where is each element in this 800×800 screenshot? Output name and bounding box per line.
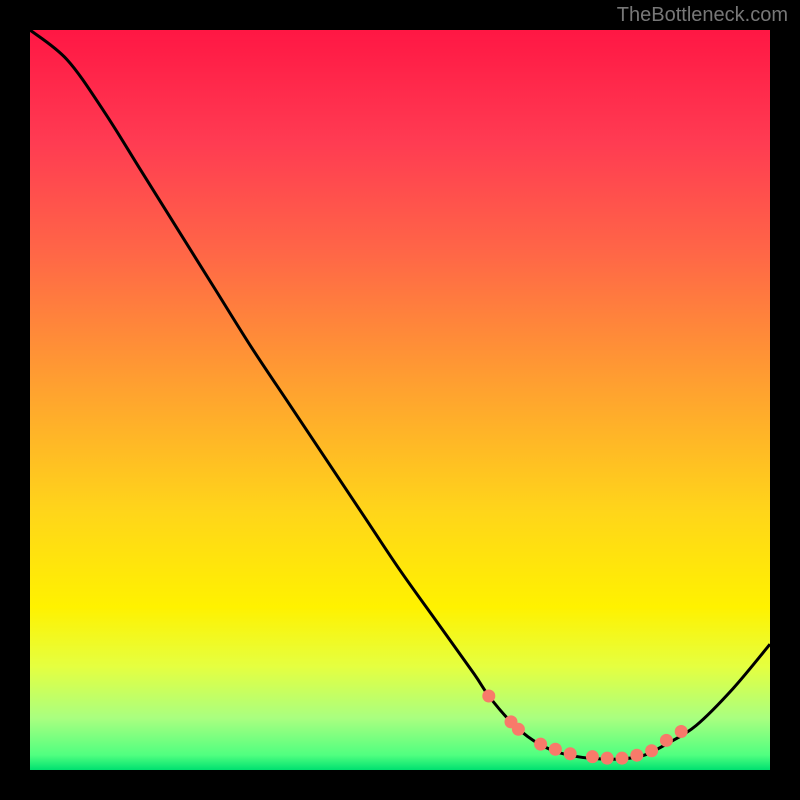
watermark-text: TheBottleneck.com <box>617 4 788 27</box>
data-point <box>512 723 525 736</box>
data-point <box>616 752 629 765</box>
data-point <box>645 744 658 757</box>
data-point <box>630 749 643 762</box>
data-point <box>675 725 688 738</box>
chart-container: TheBottleneck.com <box>0 0 800 800</box>
data-point <box>534 738 547 751</box>
data-point <box>601 752 614 765</box>
chart-background-gradient <box>30 30 770 770</box>
chart-plot-area <box>30 30 770 770</box>
data-point <box>482 690 495 703</box>
data-point <box>549 743 562 756</box>
data-point <box>564 747 577 760</box>
chart-svg <box>30 30 770 770</box>
data-point <box>586 750 599 763</box>
data-point <box>660 734 673 747</box>
